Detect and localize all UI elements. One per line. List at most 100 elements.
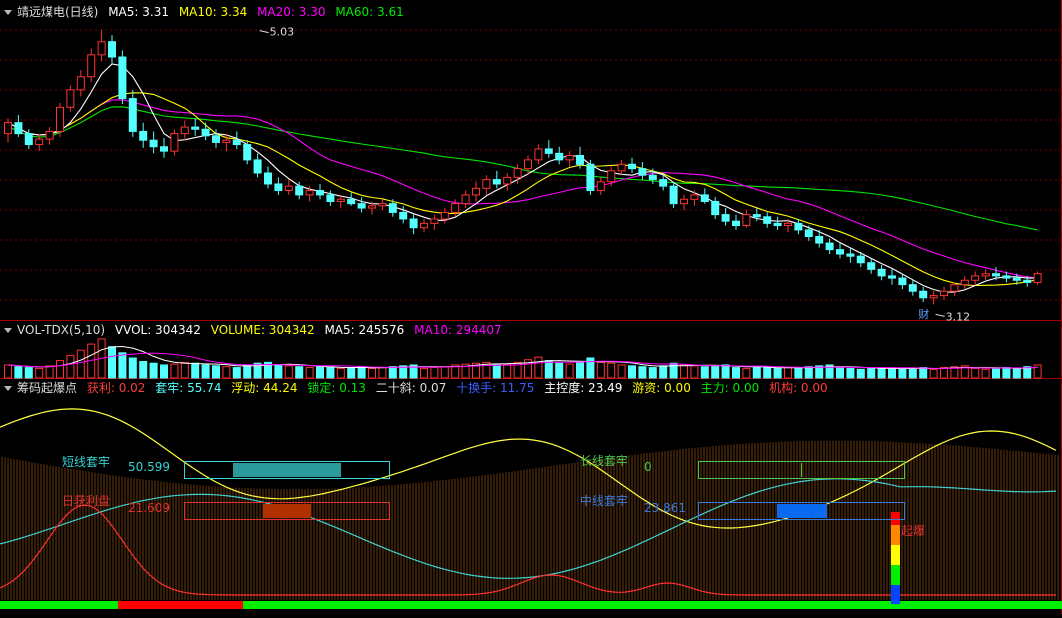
candle-body	[128, 98, 137, 132]
candle-body	[399, 211, 408, 220]
candle-body	[243, 144, 252, 161]
volume-bar	[14, 366, 23, 379]
candle-body	[108, 41, 116, 58]
status-bar-segment	[243, 601, 1062, 609]
candle-body	[919, 290, 928, 299]
volume-bar	[565, 363, 574, 379]
candle-body	[139, 130, 148, 141]
low-price-label: 3.12	[946, 310, 971, 323]
candle-body	[305, 190, 314, 196]
candle-body	[804, 229, 813, 237]
ma10-readout: MA10: 3.34	[178, 5, 248, 19]
volume-bar	[284, 365, 293, 379]
candle-body	[742, 214, 751, 227]
daily-profit-label: 日获利盘	[62, 494, 111, 508]
candle-body	[1023, 279, 1032, 283]
volume-bar	[659, 365, 668, 379]
volume-bar	[898, 368, 907, 379]
volume-bar	[139, 360, 148, 379]
volume-bar	[784, 367, 792, 379]
volume-bar	[856, 368, 865, 379]
candle-body	[326, 194, 335, 202]
candle-body	[794, 222, 803, 231]
detonation-label: 起爆	[901, 524, 926, 538]
volume-bar	[940, 367, 948, 379]
volume-bar	[492, 364, 501, 379]
candle-body	[867, 262, 876, 270]
candle-body	[544, 148, 553, 154]
volume-bar	[690, 365, 699, 379]
candle-body	[170, 133, 179, 152]
volume-bar	[357, 366, 366, 379]
candle-body	[472, 187, 480, 196]
candle-body	[513, 168, 522, 178]
detonation-column	[891, 525, 900, 545]
candle-body	[1002, 275, 1011, 279]
candle-body	[586, 163, 595, 192]
volume-bar	[596, 361, 605, 379]
candle-body	[180, 126, 189, 135]
vol-ma10-readout: MA10: 294407	[414, 323, 502, 337]
candle-body	[160, 146, 168, 152]
volume-bar	[888, 367, 896, 379]
candle-body	[628, 163, 636, 170]
candle-body	[451, 203, 460, 213]
volume-bar	[908, 367, 917, 379]
collapse-triangle-icon[interactable]	[4, 327, 12, 333]
volume-bar	[867, 367, 876, 379]
collapse-triangle-icon[interactable]	[4, 385, 12, 391]
candle-body	[555, 152, 564, 161]
mid-trapped-fill	[777, 504, 827, 518]
volume-bar	[721, 364, 730, 379]
volume-bar	[877, 367, 886, 379]
volume-bar	[128, 357, 137, 379]
candle-body	[295, 185, 304, 196]
candle-body	[534, 148, 543, 161]
candle-body	[316, 190, 324, 196]
volume-bar	[170, 363, 179, 379]
volume-bar	[680, 364, 688, 379]
mid-trapped-box	[698, 502, 905, 520]
volume-bar	[617, 364, 626, 379]
candle-body	[763, 216, 772, 224]
volume-readout: VOLUME: 304342	[210, 323, 315, 337]
long-trapped-box	[698, 461, 905, 479]
candle-body	[388, 203, 397, 213]
candle-body	[336, 198, 345, 202]
collapse-triangle-icon[interactable]	[4, 9, 12, 15]
ma60-readout: MA60: 3.61	[335, 5, 404, 19]
candle-body	[711, 200, 720, 216]
candle-body	[66, 89, 75, 108]
candle-body	[638, 168, 647, 176]
candle-body	[700, 194, 709, 202]
volume-bar	[243, 364, 252, 379]
volume-bar	[378, 367, 387, 379]
volume-bar	[1012, 367, 1021, 379]
volume-bar	[1002, 367, 1011, 379]
candle-body	[482, 179, 491, 189]
chart-stage: 5.03 3.12 财 靖远煤电(日线) MA5: 3.31 MA10: 3.34 …	[0, 0, 1062, 614]
volume-bar	[4, 364, 12, 379]
candle-body	[815, 235, 824, 244]
control-readout: 主控度: 23.49	[544, 381, 623, 395]
volume-bar	[981, 368, 990, 379]
candle-body	[617, 163, 626, 172]
candle-body	[784, 222, 792, 227]
price-panel-header: 靖远煤电(日线) MA5: 3.31 MA10: 3.34 MA20: 3.30…	[0, 2, 410, 22]
candle-body	[940, 290, 948, 297]
floating-readout: 浮动: 44.24	[231, 381, 298, 395]
volume-bar	[752, 366, 761, 379]
volume-bar	[160, 364, 168, 379]
volume-bar	[316, 366, 324, 379]
detonation-column	[891, 585, 900, 604]
short-trapped-label: 短线套牢	[62, 455, 111, 469]
candle-body	[752, 214, 761, 218]
status-bar-segment	[118, 601, 243, 609]
volume-bar	[773, 367, 782, 379]
long-trapped-label: 长线套牢	[580, 454, 629, 468]
trapped-readout: 套牢: 55.74	[155, 381, 222, 395]
volume-bar	[732, 367, 740, 379]
profit-readout: 获利: 0.02	[86, 381, 146, 395]
volume-bar	[992, 367, 1000, 379]
volume-bar	[274, 364, 283, 379]
